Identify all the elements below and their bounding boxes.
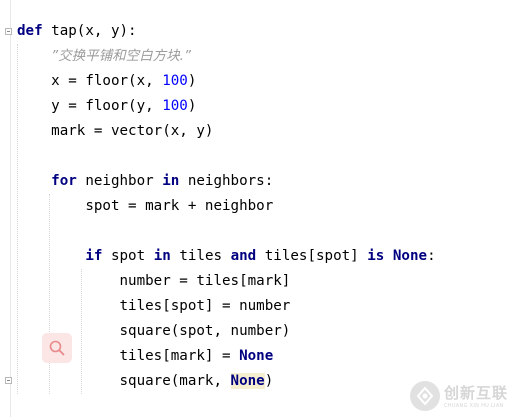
code-token: square(spot, number) xyxy=(119,323,291,339)
docstring-token: ”交换平铺和空白方块.” xyxy=(51,48,191,64)
keyword-token: None xyxy=(239,348,274,364)
code-token: ) xyxy=(264,373,274,389)
code-line[interactable]: square(spot, number) xyxy=(17,319,436,344)
code-token: : xyxy=(427,248,436,264)
code-line[interactable]: ”交换平铺和空白方块.” xyxy=(17,44,436,69)
code-line[interactable]: x = floor(x, 100) xyxy=(17,69,436,94)
code-line[interactable]: square(mark, None) xyxy=(17,369,436,394)
code-token: y = floor(y, xyxy=(51,98,163,114)
code-token: ) xyxy=(187,73,197,89)
code-editor[interactable]: def tap(x, y): ”交换平铺和空白方块.” x = floor(x,… xyxy=(17,19,436,394)
code-token: ) xyxy=(187,98,197,114)
number-token: 100 xyxy=(162,98,188,114)
fold-toggle-icon[interactable] xyxy=(5,377,12,384)
keyword-token: and xyxy=(230,248,257,264)
number-token: 100 xyxy=(162,73,188,89)
keyword-token: if xyxy=(85,248,103,264)
code-token: tiles[mark] = xyxy=(119,348,240,364)
code-line[interactable]: spot = mark + neighbor xyxy=(17,194,436,219)
code-line[interactable]: tiles[mark] = None xyxy=(17,344,436,369)
code-token: x = floor(x, xyxy=(51,73,163,89)
search-button[interactable] xyxy=(42,333,72,363)
editor-gutter xyxy=(0,0,11,417)
code-line[interactable]: if spot in tiles and tiles[spot] is None… xyxy=(17,244,436,269)
keyword-token: for xyxy=(51,173,77,189)
code-token: tiles xyxy=(170,248,231,264)
logo-icon xyxy=(410,380,440,411)
code-line[interactable] xyxy=(17,144,436,169)
code-token: tiles[spot] = number xyxy=(119,298,291,314)
watermark-logo: 创新互联 CHUANG XIN HU LIAN xyxy=(410,374,512,417)
code-line[interactable]: for neighbor in neighbors: xyxy=(17,169,436,194)
code-token: number = tiles[mark] xyxy=(119,273,291,289)
code-token: spot = mark + neighbor xyxy=(85,198,274,214)
code-token: neighbors: xyxy=(179,173,274,189)
search-icon xyxy=(49,340,65,356)
keyword-token: in xyxy=(153,248,171,264)
code-line[interactable] xyxy=(17,219,436,244)
keyword-token: in xyxy=(162,173,180,189)
code-line[interactable]: y = floor(y, 100) xyxy=(17,94,436,119)
code-token: neighbor xyxy=(76,173,163,189)
watermark-subtext: CHUANG XIN HU LIAN xyxy=(444,403,504,409)
watermark-text: 创新互联 xyxy=(444,384,509,402)
fold-toggle-icon[interactable] xyxy=(5,28,12,35)
code-line[interactable]: def tap(x, y): xyxy=(17,19,436,44)
code-token: mark = vector(x, y) xyxy=(51,123,214,139)
code-line[interactable]: tiles[spot] = number xyxy=(17,294,436,319)
keyword-token: None xyxy=(230,373,265,389)
keyword-token: is xyxy=(367,248,385,264)
code-token: tiles[spot] xyxy=(256,248,368,264)
code-line[interactable]: mark = vector(x, y) xyxy=(17,119,436,144)
code-token: square(mark, xyxy=(119,373,231,389)
keyword-token: None xyxy=(392,248,428,264)
code-line[interactable]: number = tiles[mark] xyxy=(17,269,436,294)
keyword-token: def xyxy=(17,23,43,39)
code-token: spot xyxy=(102,248,154,264)
code-token: tap(x, y): xyxy=(42,23,137,39)
